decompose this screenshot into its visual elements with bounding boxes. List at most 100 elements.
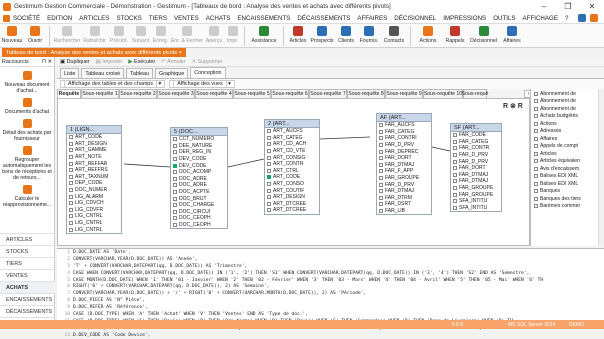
- table-field[interactable]: DOC_ADRE: [171, 176, 227, 183]
- table-list-checkbox[interactable]: [534, 121, 538, 126]
- table-list-item[interactable]: Avis d'encaissem: [531, 165, 599, 173]
- table-list-checkbox[interactable]: [534, 166, 538, 171]
- menu-item[interactable]: STOCKS: [116, 15, 141, 22]
- table-list-item[interactable]: Abonnement de: [531, 105, 599, 113]
- table-list-item[interactable]: Abonnement de: [531, 90, 599, 98]
- menu-item[interactable]: EDITION: [47, 15, 72, 22]
- table-field[interactable]: FAR_CATEG: [377, 129, 431, 136]
- table-field[interactable]: FAR_CONTR: [451, 145, 501, 152]
- field-checkbox[interactable]: [173, 163, 177, 168]
- view-tab[interactable]: Liste: [60, 68, 80, 78]
- module-tab[interactable]: DÉCAISSEMENTS: [0, 305, 55, 317]
- menu-item[interactable]: DÉCISIONNEL: [394, 15, 436, 22]
- table-list-item[interactable]: Banques des tiers: [531, 195, 599, 203]
- table-field[interactable]: ART_CODE: [265, 174, 319, 181]
- table-list-checkbox[interactable]: [534, 174, 538, 179]
- field-checkbox[interactable]: [69, 148, 73, 153]
- toolbar-button[interactable]: Prospects: [309, 26, 335, 44]
- field-checkbox[interactable]: [453, 166, 457, 171]
- field-checkbox[interactable]: [453, 139, 457, 144]
- view-tab[interactable]: Tableau: [126, 68, 154, 78]
- table-list-item[interactable]: Articles: [531, 150, 599, 158]
- field-checkbox[interactable]: [267, 175, 271, 180]
- toolbar-button[interactable]: Rappels: [442, 26, 468, 44]
- field-checkbox[interactable]: [379, 176, 383, 181]
- toolbar-button[interactable]: Aperçu: [204, 26, 224, 44]
- table-box-header[interactable]: 5 (DOC...: [171, 128, 227, 136]
- sql-editor[interactable]: 1 D.DOC_DATE AS 'Date', 2 CONVERT(VARCHAR,Y…: [57, 248, 604, 338]
- field-checkbox[interactable]: [267, 168, 271, 173]
- field-checkbox[interactable]: [379, 169, 383, 174]
- table-field[interactable]: DOC_CEOPH: [171, 215, 227, 222]
- table-list-checkbox[interactable]: [534, 114, 538, 119]
- table-field[interactable]: FAR_DORT: [451, 165, 501, 172]
- menu-item[interactable]: DÉCAISSEMENTS: [297, 15, 350, 22]
- table-field[interactable]: FAR_GROUPE: [451, 185, 501, 192]
- toolbar-button[interactable]: Enr. & Fermer: [170, 26, 204, 44]
- table-field[interactable]: LIG_CDVFR: [67, 207, 121, 214]
- toolbar-button[interactable]: Précéd.: [108, 26, 130, 44]
- field-checkbox[interactable]: [69, 188, 73, 193]
- table-box[interactable]: AF (ART... FAR_AUCFS FAR_CATEG FAR_CONTRI FA…: [376, 113, 432, 216]
- table-list-item[interactable]: Achats budgétés: [531, 113, 599, 121]
- table-field[interactable]: SFA_INTITU: [451, 205, 501, 212]
- toolbar-button[interactable]: Affaires: [499, 26, 525, 44]
- table-field[interactable]: DEE_NATURE: [171, 143, 227, 150]
- field-checkbox[interactable]: [453, 179, 457, 184]
- table-list-checkbox[interactable]: [534, 91, 538, 96]
- table-field[interactable]: ART_AUCFS: [265, 128, 319, 135]
- table-list-checkbox[interactable]: [534, 151, 538, 156]
- field-checkbox[interactable]: [173, 223, 177, 228]
- table-field[interactable]: FAR_DEPREC: [377, 148, 431, 155]
- table-list-item[interactable]: Balises EDI XML: [531, 180, 599, 188]
- table-field[interactable]: FAR_D_PRV: [377, 142, 431, 149]
- table-field[interactable]: FAR_DTMAJ: [377, 162, 431, 169]
- table-field[interactable]: LIG_CNTRL: [67, 226, 121, 233]
- field-checkbox[interactable]: [173, 183, 177, 188]
- field-checkbox[interactable]: [379, 156, 383, 161]
- table-field[interactable]: CCT_NUMERO: [171, 136, 227, 143]
- menu-item[interactable]: VENTES: [174, 15, 199, 22]
- field-checkbox[interactable]: [379, 123, 383, 128]
- field-checkbox[interactable]: [267, 162, 271, 167]
- field-checkbox[interactable]: [267, 142, 271, 147]
- app-menu-icon[interactable]: [3, 14, 10, 22]
- menu-item[interactable]: OUTILS: [493, 15, 515, 22]
- table-box[interactable]: SF (ART... FAR_CODE FAR_CATEG FAR_CONTR FAR_…: [450, 123, 502, 213]
- toolbar-button[interactable]: Rafraîchir: [81, 26, 108, 44]
- table-field[interactable]: FAR_GROUPE: [377, 175, 431, 182]
- table-field[interactable]: FAR_CONTRI: [377, 135, 431, 142]
- field-checkbox[interactable]: [453, 146, 457, 151]
- table-field[interactable]: ART_GAMME: [67, 147, 121, 154]
- table-field[interactable]: FAR_LIB: [377, 208, 431, 215]
- table-field[interactable]: LIG_ALARM: [67, 193, 121, 200]
- field-checkbox[interactable]: [69, 155, 73, 160]
- table-field[interactable]: ART_DTCREE: [265, 207, 319, 214]
- table-list-checkbox[interactable]: [534, 129, 538, 134]
- table-field[interactable]: FAR_D_PRV: [451, 158, 501, 165]
- table-list-item[interactable]: Balises EDI XML: [531, 173, 599, 181]
- field-checkbox[interactable]: [69, 207, 73, 212]
- table-field[interactable]: ART_CD_VTE: [265, 148, 319, 155]
- table-field[interactable]: DOC_ACOMP: [171, 169, 227, 176]
- field-checkbox[interactable]: [453, 133, 457, 138]
- field-checkbox[interactable]: [267, 195, 271, 200]
- table-box-header[interactable]: 2 (ART...: [265, 120, 319, 128]
- field-checkbox[interactable]: [173, 209, 177, 214]
- table-field[interactable]: FAR_GROUPE: [451, 191, 501, 198]
- view-tab[interactable]: Tableau croisé: [81, 68, 125, 78]
- field-checkbox[interactable]: [69, 141, 73, 146]
- shortcut-item[interactable]: Détail des achats par fournisseur: [0, 119, 54, 142]
- table-field[interactable]: FAR_CODE: [451, 132, 501, 139]
- canvas-controls[interactable]: R ⊗ R: [503, 102, 523, 110]
- table-field[interactable]: ART_CODE: [67, 134, 121, 141]
- module-tab[interactable]: STOCKS: [0, 245, 55, 257]
- table-box[interactable]: 1 (LIGN... ART_CODE ART_DESIGN ART_GAMME ART…: [66, 125, 122, 234]
- table-field[interactable]: DOC_NUMER: [67, 187, 121, 194]
- field-checkbox[interactable]: [379, 195, 383, 200]
- toolbar-button[interactable]: Ouvrir: [24, 26, 46, 44]
- menu-item[interactable]: ?: [565, 15, 568, 22]
- toolbar-button[interactable]: Nouveau: [0, 26, 24, 44]
- field-checkbox[interactable]: [69, 161, 73, 166]
- table-field[interactable]: DER_REG_IN: [171, 149, 227, 156]
